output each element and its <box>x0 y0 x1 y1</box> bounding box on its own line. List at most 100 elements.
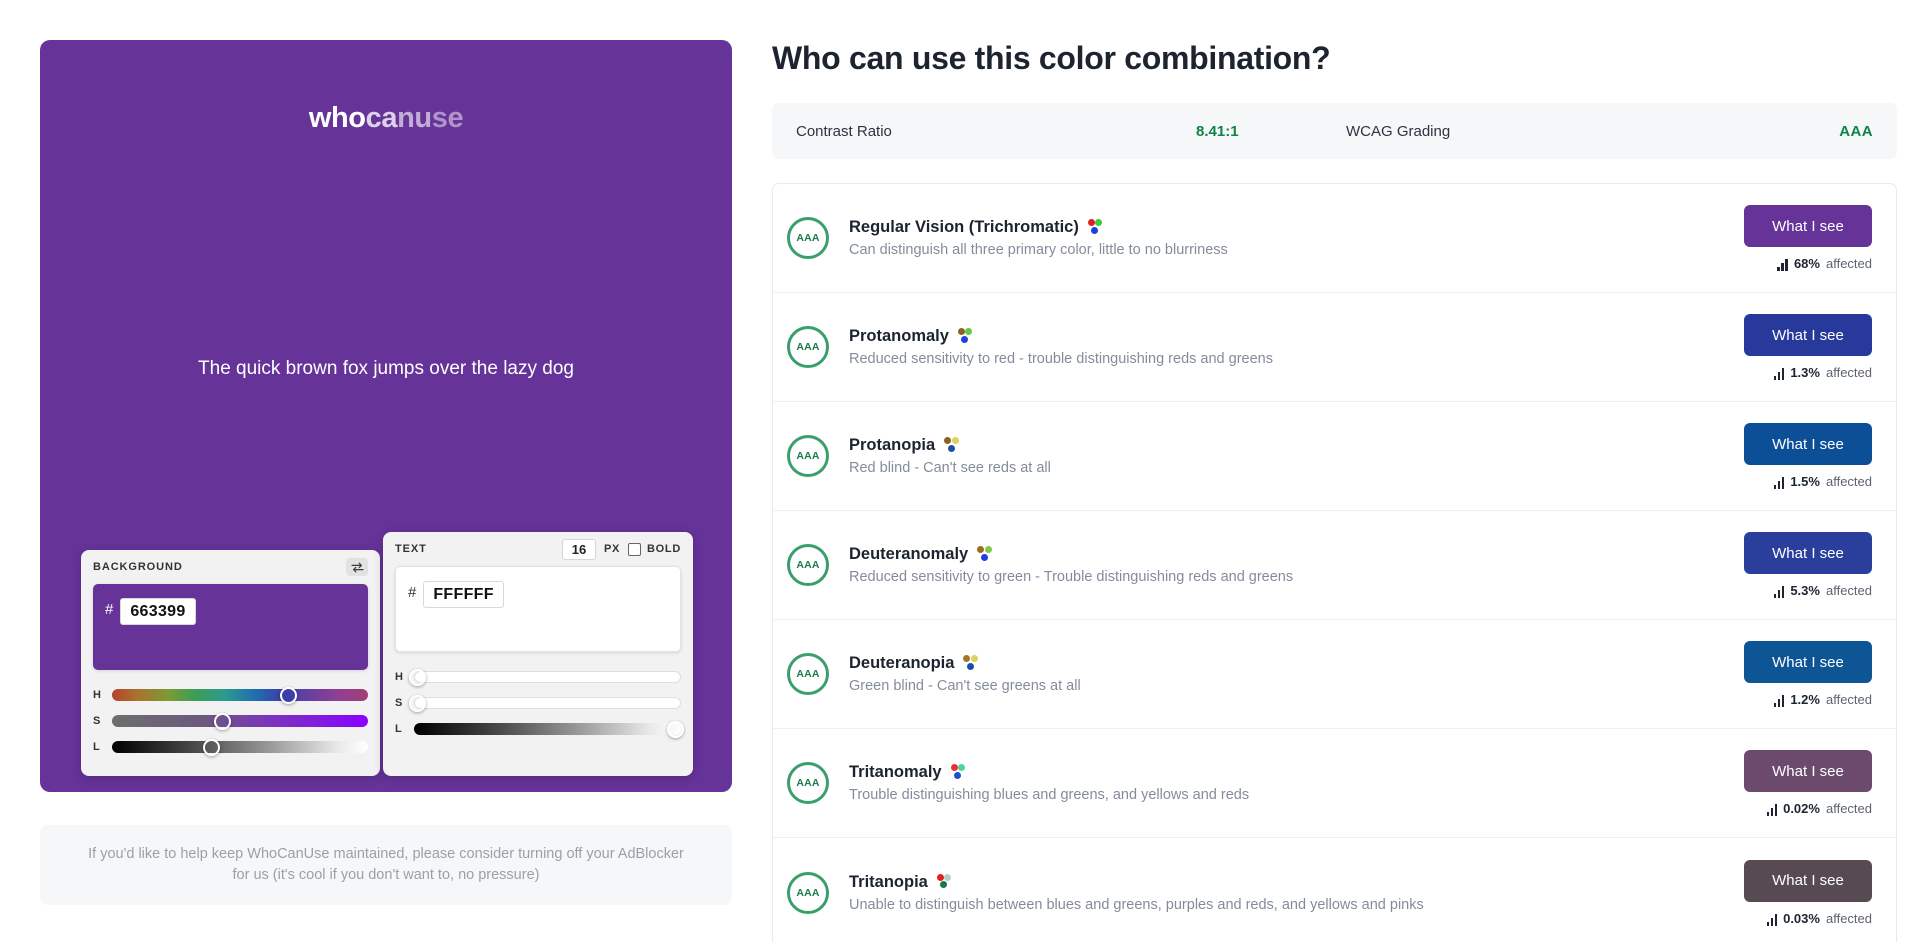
swap-colors-icon[interactable] <box>346 558 368 576</box>
text-saturation-track[interactable] <box>414 697 681 709</box>
bar-chart-icon <box>1767 914 1778 926</box>
what-i-see-button[interactable]: What I see <box>1744 750 1872 792</box>
background-hex-input[interactable]: 663399 <box>120 598 195 625</box>
affected-percent: 1.2% <box>1790 692 1820 707</box>
what-i-see-button[interactable]: What I see <box>1744 641 1872 683</box>
text-lightness-label: L <box>395 723 406 735</box>
logo-part-nu: nu <box>397 102 432 134</box>
contrast-ratio-value: 8.41:1 <box>1196 123 1346 140</box>
text-color-swatch[interactable]: # FFFFFF <box>395 566 681 652</box>
what-i-see-button[interactable]: What I see <box>1744 423 1872 465</box>
background-picker-title: BACKGROUND <box>93 561 183 573</box>
vision-row: AAADeuteranopiaGreen blind - Can't see g… <box>773 620 1896 729</box>
vision-actions: What I see 0.03% affected <box>1742 860 1872 926</box>
color-dots-icon <box>1088 219 1103 236</box>
background-saturation-thumb[interactable] <box>214 713 231 730</box>
bold-toggle[interactable]: BOLD <box>628 543 681 556</box>
what-i-see-button[interactable]: What I see <box>1744 314 1872 356</box>
vision-row: AAATritanomalyTrouble distinguishing blu… <box>773 729 1896 838</box>
vision-actions: What I see 68%affected <box>1742 205 1872 271</box>
vision-title-row: Tritanopia <box>849 873 1742 892</box>
background-hue-slider-row: H <box>93 682 368 708</box>
affected-stat: 1.3% affected <box>1774 365 1872 380</box>
background-saturation-label: S <box>93 715 104 727</box>
affected-suffix: affected <box>1826 692 1872 707</box>
bold-checkbox[interactable] <box>628 543 641 556</box>
affected-percent: 68% <box>1794 256 1820 271</box>
bar-chart-icon <box>1767 804 1778 816</box>
affected-stat: 68%affected <box>1777 256 1872 271</box>
text-hash-symbol: # <box>408 581 416 605</box>
background-lightness-track[interactable] <box>112 741 368 753</box>
background-color-picker: BACKGROUND # 663399 <box>81 550 380 776</box>
vision-info: Protanomaly Reduced sensitivity to red - … <box>849 327 1742 367</box>
wcag-badge: AAA <box>787 326 829 368</box>
sample-preview-text: The quick brown fox jumps over the lazy … <box>40 358 732 380</box>
vision-description: Red blind - Can't see reds at all <box>849 460 1742 476</box>
vision-description: Unable to distinguish between blues and … <box>849 897 1742 913</box>
results-column: Who can use this color combination? Cont… <box>772 40 1897 942</box>
vision-actions: What I see0.02%affected <box>1742 750 1872 816</box>
vision-title-row: Protanopia <box>849 436 1742 455</box>
what-i-see-button[interactable]: What I see <box>1744 860 1872 902</box>
text-lightness-thumb[interactable] <box>667 721 684 738</box>
background-lightness-thumb[interactable] <box>203 739 220 756</box>
vision-info: Tritanopia Unable to distinguish between … <box>849 873 1742 913</box>
affected-percent: 1.5% <box>1790 474 1820 489</box>
affected-suffix: affected <box>1826 911 1872 926</box>
text-saturation-thumb[interactable] <box>409 695 426 712</box>
vision-row: AAA Tritanopia Unable to distinguish betwe… <box>773 838 1896 942</box>
background-color-swatch[interactable]: # 663399 <box>93 584 368 670</box>
text-picker-title: TEXT <box>395 543 427 555</box>
vision-title-row: Deuteranomaly <box>849 545 1742 564</box>
vision-actions: What I see 5.3%affected <box>1742 532 1872 598</box>
font-size-input[interactable]: 16 <box>562 539 596 560</box>
whocanuse-app: whocanuse The quick brown fox jumps over… <box>0 0 1905 942</box>
wcag-badge: AAA <box>787 653 829 695</box>
text-lightness-track[interactable] <box>414 723 681 735</box>
affected-percent: 0.03% <box>1783 911 1820 926</box>
wcag-badge: AAA <box>787 544 829 586</box>
what-i-see-button[interactable]: What I see <box>1744 205 1872 247</box>
wcag-badge: AAA <box>787 217 829 259</box>
affected-stat: 5.3%affected <box>1774 583 1872 598</box>
contrast-ratio-label: Contrast Ratio <box>796 123 1196 140</box>
affected-percent: 1.3% <box>1790 365 1820 380</box>
background-hue-thumb[interactable] <box>280 687 297 704</box>
background-saturation-track[interactable] <box>112 715 368 727</box>
text-sliders: H S L <box>383 652 693 742</box>
text-saturation-label: S <box>395 697 406 709</box>
vision-name: Tritanomaly <box>849 763 942 782</box>
bar-chart-icon <box>1774 695 1785 707</box>
text-color-picker: TEXT 16 PX BOLD # FFFFFF <box>383 532 693 776</box>
text-hex-input[interactable]: FFFFFF <box>423 581 503 608</box>
color-preview-card: whocanuse The quick brown fox jumps over… <box>40 40 732 792</box>
logo-part-ca: ca <box>366 102 397 134</box>
vision-description: Reduced sensitivity to red - trouble dis… <box>849 351 1742 367</box>
text-hue-thumb[interactable] <box>409 669 426 686</box>
vision-actions: What I see 1.3% affected <box>1742 314 1872 380</box>
text-hue-track[interactable] <box>414 671 681 683</box>
vision-row: AAA Protanomaly Reduced sensitivity to red… <box>773 293 1896 402</box>
color-dots-icon <box>944 437 959 454</box>
vision-name: Regular Vision (Trichromatic) <box>849 218 1079 237</box>
affected-suffix: affected <box>1826 365 1872 380</box>
font-size-unit-label: PX <box>604 543 620 555</box>
background-hash-symbol: # <box>105 598 113 622</box>
background-hue-track[interactable] <box>112 689 368 701</box>
vision-results-list: AAARegular Vision (Trichromatic)Can dist… <box>772 183 1897 942</box>
bar-chart-icon <box>1774 477 1785 489</box>
background-lightness-label: L <box>93 741 104 753</box>
vision-row: AAA Protanopia Red blind - Can't see reds … <box>773 402 1896 511</box>
wcag-badge: AAA <box>787 872 829 914</box>
vision-name: Protanomaly <box>849 327 949 346</box>
wcag-badge: AAA <box>787 435 829 477</box>
vision-actions: What I see1.5%affected <box>1742 423 1872 489</box>
text-picker-header: TEXT 16 PX BOLD <box>383 532 693 566</box>
vision-info: Protanopia Red blind - Can't see reds at … <box>849 436 1742 476</box>
logo-part-se: se <box>432 102 463 134</box>
what-i-see-button[interactable]: What I see <box>1744 532 1872 574</box>
background-hue-label: H <box>93 689 104 701</box>
vision-info: DeuteranomalyReduced sensitivity to gree… <box>849 545 1742 585</box>
color-dots-icon <box>937 874 952 891</box>
